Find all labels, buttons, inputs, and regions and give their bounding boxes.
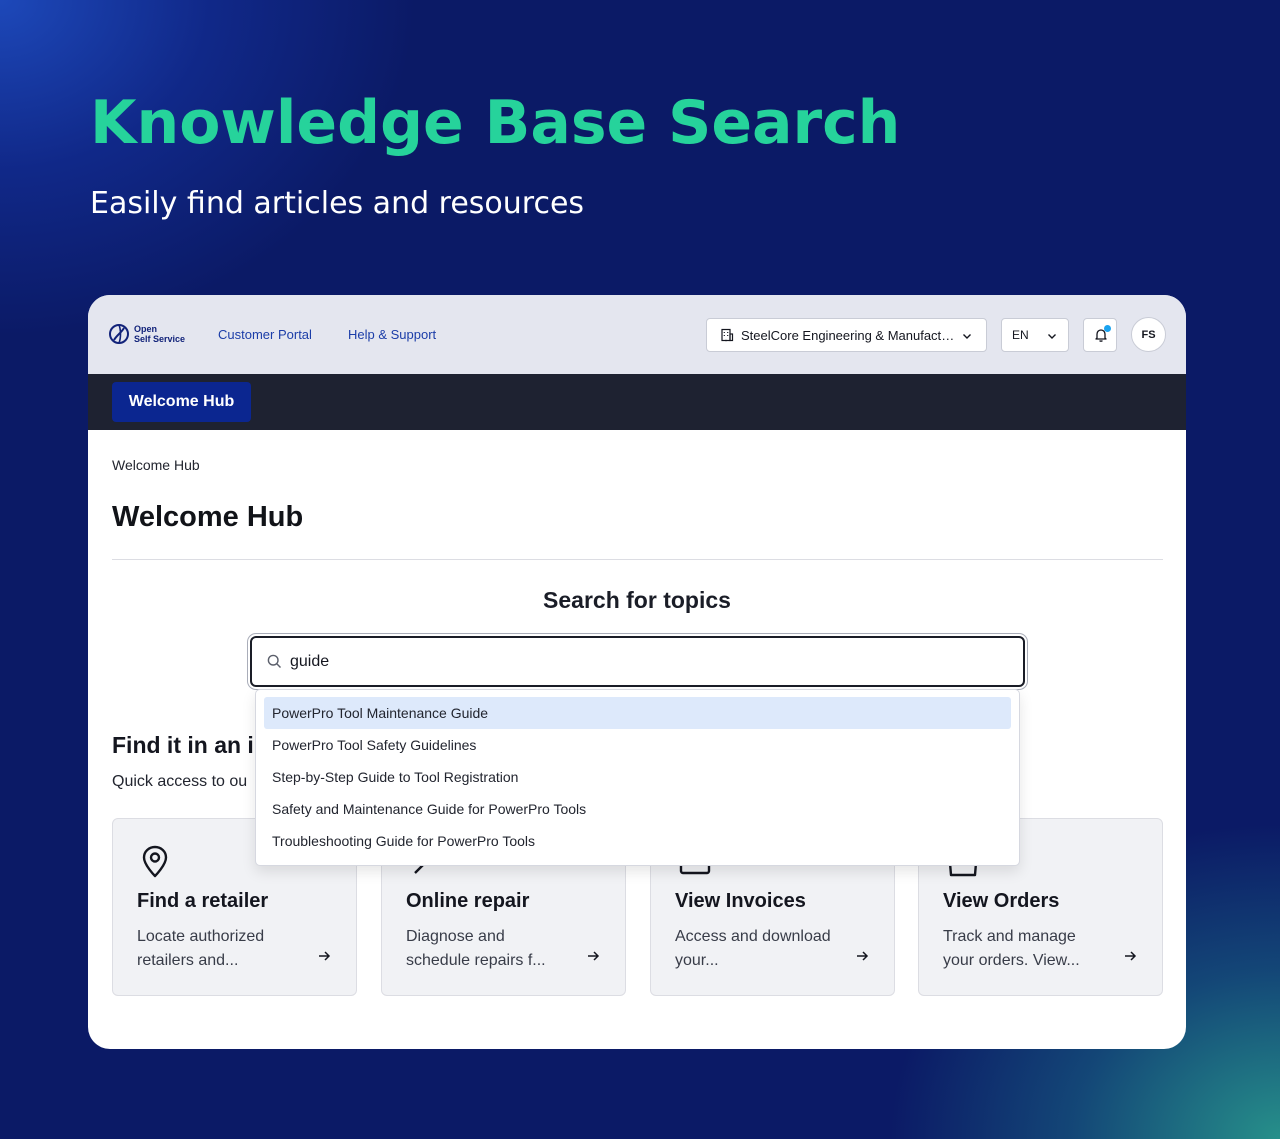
logo[interactable]: Open Self Service bbox=[108, 323, 198, 347]
suggestion-item[interactable]: PowerPro Tool Maintenance Guide bbox=[264, 697, 1011, 729]
tile-title: View Invoices bbox=[675, 890, 806, 912]
arrow-right-icon bbox=[1125, 951, 1137, 961]
page-title: Welcome Hub bbox=[112, 501, 304, 533]
chevron-down-icon bbox=[963, 334, 971, 339]
tab-welcome-hub[interactable]: Welcome Hub bbox=[112, 382, 251, 422]
map-pin-icon bbox=[142, 845, 168, 878]
divider bbox=[112, 559, 1163, 560]
tab-bar: Welcome Hub bbox=[88, 374, 1186, 430]
tile-description: Access and download your... bbox=[675, 928, 831, 969]
tile-description: Locate authorized retailers and... bbox=[137, 928, 265, 969]
suggestion-item[interactable]: Troubleshooting Guide for PowerPro Tools bbox=[264, 825, 1011, 857]
arrow-right-icon bbox=[857, 951, 869, 961]
arrow-right-icon bbox=[588, 951, 600, 961]
chevron-down-icon bbox=[1048, 334, 1056, 339]
breadcrumb[interactable]: Welcome Hub bbox=[112, 457, 200, 473]
search-box[interactable] bbox=[250, 636, 1025, 687]
hero-subtitle: Easily find articles and resources bbox=[90, 186, 585, 221]
nav-help-support[interactable]: Help & Support bbox=[348, 327, 436, 342]
tile-title: Find a retailer bbox=[137, 890, 269, 912]
search-suggestions-dropdown: PowerPro Tool Maintenance Guide PowerPro… bbox=[255, 689, 1020, 866]
app-window: Open Self Service Customer Portal Help &… bbox=[88, 295, 1186, 1049]
notification-badge bbox=[1104, 325, 1111, 332]
top-navbar: Open Self Service Customer Portal Help &… bbox=[88, 295, 1186, 374]
building-icon bbox=[721, 328, 734, 342]
user-avatar[interactable]: FS bbox=[1131, 317, 1166, 352]
arrow-right-icon bbox=[319, 951, 331, 961]
tile-description: Track and manage your orders. View... bbox=[943, 928, 1080, 969]
search-input[interactable] bbox=[290, 650, 990, 674]
hero-title: Knowledge Base Search bbox=[90, 88, 901, 158]
logo-text: Open Self Service bbox=[134, 324, 185, 344]
nav-customer-portal[interactable]: Customer Portal bbox=[218, 327, 312, 342]
suggestion-item[interactable]: Step-by-Step Guide to Tool Registration bbox=[264, 761, 1011, 793]
organization-select[interactable]: SteelCore Engineering & Manufacturing bbox=[706, 318, 987, 352]
section-subtitle: Quick access to ou bbox=[112, 773, 248, 790]
language-select[interactable]: EN bbox=[1001, 318, 1069, 352]
tile-title: View Orders bbox=[943, 890, 1060, 912]
section-title: Find it in an ir bbox=[112, 732, 263, 758]
language-value: EN bbox=[1012, 328, 1029, 342]
search-icon bbox=[267, 654, 281, 668]
suggestion-item[interactable]: Safety and Maintenance Guide for PowerPr… bbox=[264, 793, 1011, 825]
tile-title: Online repair bbox=[406, 890, 530, 912]
logo-icon bbox=[109, 324, 129, 344]
search-heading: Search for topics bbox=[543, 587, 731, 613]
logo-line-1: Open bbox=[134, 324, 158, 334]
notifications-button[interactable] bbox=[1083, 318, 1117, 352]
organization-name: SteelCore Engineering & Manufacturing bbox=[741, 328, 955, 343]
tile-description: Diagnose and schedule repairs f... bbox=[406, 928, 546, 969]
logo-line-2: Self Service bbox=[134, 334, 186, 344]
suggestion-item[interactable]: PowerPro Tool Safety Guidelines bbox=[264, 729, 1011, 761]
